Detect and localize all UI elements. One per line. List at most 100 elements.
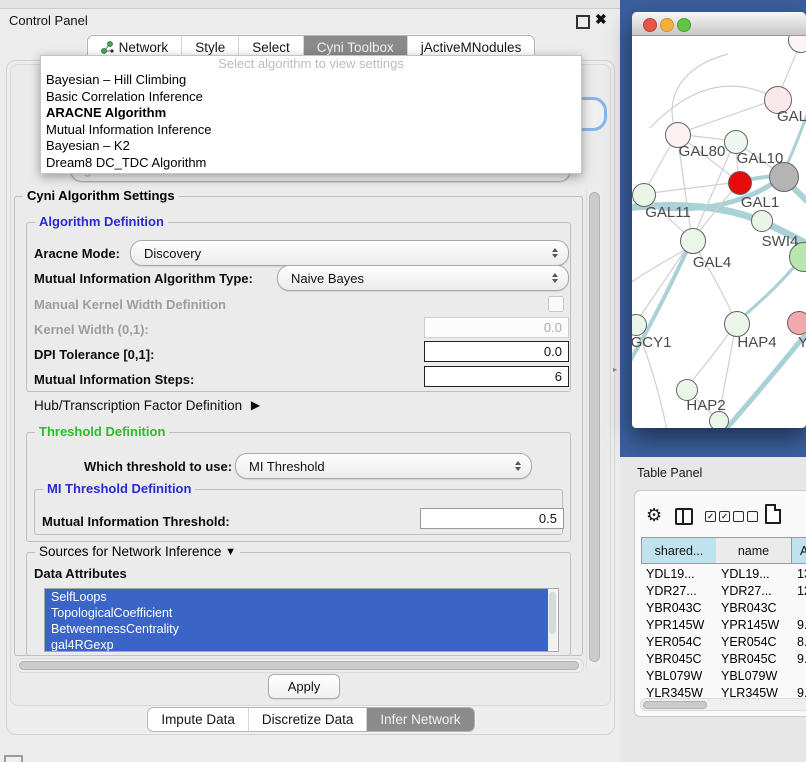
dpi-tolerance-input[interactable]: 0.0 bbox=[424, 341, 569, 362]
kernel-width-input[interactable]: 0.0 bbox=[424, 317, 569, 338]
node-label: GAL bbox=[777, 108, 806, 125]
mi-threshold-input[interactable]: 0.5 bbox=[420, 508, 564, 529]
node-label: GAL80 bbox=[679, 143, 726, 160]
node-label: GAL10 bbox=[737, 150, 784, 167]
combo-stepper-icon bbox=[515, 461, 521, 471]
collapsed-panel-icon[interactable] bbox=[4, 755, 23, 762]
attr-item-selected[interactable]: gal4RGexp bbox=[45, 637, 548, 652]
algorithm-item[interactable]: Bayesian – Hill Climbing bbox=[46, 72, 581, 89]
cell[interactable]: YBR045C bbox=[716, 650, 791, 667]
node-label: HAP4 bbox=[737, 334, 776, 351]
cell[interactable]: YER054C bbox=[641, 633, 716, 650]
screen: Control Panel ✖ Network Style Select Cyn… bbox=[0, 0, 806, 762]
cell[interactable]: YDR27... bbox=[641, 582, 716, 599]
network-view-window[interactable]: GAL GAL80 GAL10 GAL1 GAL11 SWI4 GAL4 GCY… bbox=[632, 12, 806, 428]
which-threshold-combo[interactable]: MI Threshold bbox=[235, 453, 532, 479]
split-divider-handle-icon[interactable]: ▸ bbox=[613, 365, 617, 374]
close-traffic-icon[interactable] bbox=[643, 18, 657, 32]
algorithm-item[interactable]: Basic Correlation Inference bbox=[46, 89, 581, 106]
apply-button[interactable]: Apply bbox=[268, 674, 340, 699]
minimize-traffic-icon[interactable] bbox=[660, 18, 674, 32]
node-label: GAL4 bbox=[693, 254, 731, 271]
cell[interactable]: YBR043C bbox=[716, 599, 791, 616]
settings-vscrollbar[interactable] bbox=[586, 190, 601, 668]
table-hscrollbar[interactable] bbox=[640, 698, 806, 711]
aracne-mode-label: Aracne Mode: bbox=[34, 246, 120, 261]
cyni-bottom-tabbar: Impute Data Discretize Data Infer Networ… bbox=[0, 707, 622, 732]
gear-icon[interactable]: ⚙ bbox=[646, 505, 662, 526]
new-document-icon[interactable] bbox=[765, 504, 781, 524]
cell[interactable] bbox=[792, 667, 806, 684]
col-header-name[interactable]: name bbox=[716, 537, 792, 564]
algorithm-item[interactable]: Bayesian – K2 bbox=[46, 138, 581, 155]
data-attributes-list[interactable]: SelfLoops TopologicalCoefficient Between… bbox=[44, 588, 559, 652]
table-panel: ⚙ ✓✓ shared... name A YDL19... YDL19... … bbox=[634, 490, 806, 717]
node-label: SWI4 bbox=[762, 233, 799, 250]
algorithm-item-selected[interactable]: ARACNE Algorithm bbox=[46, 105, 581, 122]
network-node[interactable] bbox=[680, 228, 706, 254]
mi-threshold-label: Mutual Information Threshold: bbox=[42, 514, 230, 529]
combo-stepper-icon bbox=[552, 248, 558, 258]
expander-arrow-down-icon: ▼ bbox=[225, 546, 236, 558]
tab-infer-network[interactable]: Infer Network bbox=[366, 708, 473, 731]
cell[interactable]: YDR27... bbox=[716, 582, 791, 599]
select-all-columns-icon[interactable]: ✓✓ bbox=[705, 511, 730, 522]
col-header-shared-name[interactable]: shared... bbox=[641, 537, 717, 564]
attr-item-selected[interactable]: SelfLoops bbox=[45, 589, 548, 605]
cell[interactable]: YER054C bbox=[716, 633, 791, 650]
sources-group-title[interactable]: Sources for Network Inference ▼ bbox=[35, 544, 240, 559]
combo-stepper-icon bbox=[552, 273, 558, 283]
cell[interactable]: YBL079W bbox=[716, 667, 791, 684]
network-node[interactable] bbox=[787, 311, 806, 335]
expander-arrow-right-icon: ▶ bbox=[251, 398, 260, 412]
tab-discretize-data[interactable]: Discretize Data bbox=[248, 708, 367, 731]
settings-group-title: Cyni Algorithm Settings bbox=[23, 188, 179, 203]
settings-hscrollbar[interactable] bbox=[16, 658, 584, 673]
unselect-all-columns-icon[interactable] bbox=[733, 511, 758, 522]
manual-kernel-label: Manual Kernel Width Definition bbox=[34, 297, 226, 312]
network-canvas[interactable]: GAL GAL80 GAL10 GAL1 GAL11 SWI4 GAL4 GCY… bbox=[632, 36, 806, 428]
mi-steps-input[interactable]: 6 bbox=[424, 366, 569, 387]
cell[interactable] bbox=[792, 599, 806, 616]
col-header-partial[interactable]: A bbox=[792, 537, 806, 564]
cell[interactable]: 9. bbox=[792, 616, 806, 633]
cell[interactable]: YPR145W bbox=[716, 616, 791, 633]
algorithm-definition-title: Algorithm Definition bbox=[35, 214, 168, 229]
show-columns-icon[interactable] bbox=[675, 508, 693, 525]
network-window-titlebar[interactable] bbox=[632, 12, 806, 36]
cell[interactable]: 8. bbox=[792, 633, 806, 650]
dpi-tolerance-label: DPI Tolerance [0,1]: bbox=[34, 347, 154, 362]
popup-placeholder: Select algorithm to view settings bbox=[41, 56, 581, 72]
cell[interactable]: 12 bbox=[792, 582, 806, 599]
cell[interactable]: 9. bbox=[792, 650, 806, 667]
attr-item-selected[interactable]: BetweennessCentrality bbox=[45, 621, 548, 637]
algorithm-dropdown-popup: Select algorithm to view settings Bayesi… bbox=[40, 55, 582, 174]
panel-title: Control Panel bbox=[9, 13, 88, 28]
cell[interactable]: YBR045C bbox=[641, 650, 716, 667]
cell[interactable]: YBR043C bbox=[641, 599, 716, 616]
aracne-mode-combo[interactable]: Discovery bbox=[130, 240, 569, 266]
cell[interactable]: 13 bbox=[792, 565, 806, 582]
algorithm-item[interactable]: Dream8 DC_TDC Algorithm bbox=[46, 155, 581, 172]
tab-impute-data[interactable]: Impute Data bbox=[148, 708, 248, 731]
network-icon bbox=[101, 41, 114, 54]
zoom-traffic-icon[interactable] bbox=[677, 18, 691, 32]
float-panel-icon[interactable] bbox=[576, 15, 590, 29]
mi-type-combo[interactable]: Naive Bayes bbox=[277, 265, 569, 291]
network-node-gal1[interactable] bbox=[728, 171, 752, 195]
data-attributes-label: Data Attributes bbox=[34, 566, 127, 581]
node-label: Y bbox=[798, 334, 806, 351]
algorithm-item[interactable]: Mutual Information Inference bbox=[46, 122, 581, 139]
cell[interactable]: YDL19... bbox=[641, 565, 716, 582]
cell[interactable]: YPR145W bbox=[641, 616, 716, 633]
kernel-width-label: Kernel Width (0,1): bbox=[34, 322, 149, 337]
cell[interactable]: YDL19... bbox=[716, 565, 791, 582]
threshold-definition-title: Threshold Definition bbox=[35, 424, 169, 439]
network-node[interactable] bbox=[751, 210, 773, 232]
attr-list-scrollbar[interactable] bbox=[548, 590, 557, 650]
manual-kernel-checkbox[interactable] bbox=[548, 296, 564, 312]
attr-item-selected[interactable]: TopologicalCoefficient bbox=[45, 605, 548, 621]
cell[interactable]: YBL079W bbox=[641, 667, 716, 684]
hub-expander[interactable]: Hub/Transcription Factor Definition ▶ bbox=[34, 398, 255, 413]
close-icon[interactable]: ✖ bbox=[595, 11, 607, 28]
